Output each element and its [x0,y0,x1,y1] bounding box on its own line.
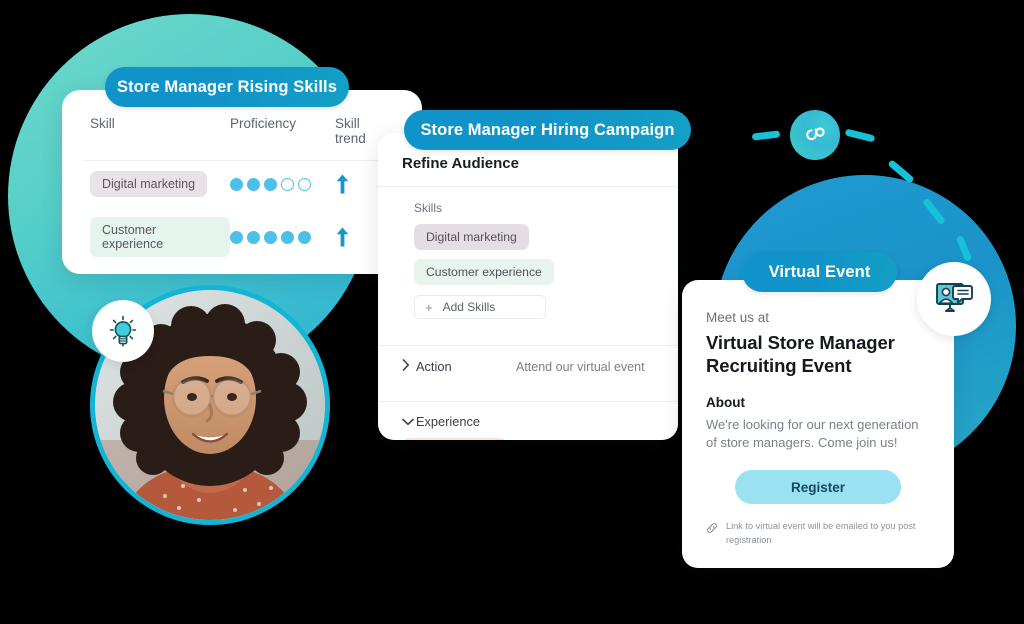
lightbulb-badge [92,300,154,362]
proficiency-cell [230,230,335,244]
skill-chip: Digital marketing [90,171,208,197]
proficiency-dot [264,230,277,244]
proficiency-dot [281,230,294,244]
rising-skills-pill: Store Manager Rising Skills [105,67,349,107]
job-title-chip[interactable]: Store Manager [402,438,507,440]
link-icon [706,522,718,538]
event-title: Virtual Store Manager Recruiting Event [706,332,895,376]
experience-chip-list: Store Manager Assistant Store Manager [402,438,654,440]
arrow-up-icon [336,227,349,247]
plus-icon: + [425,299,433,315]
virtual-event-card: Meet us at Virtual Store Manager Recruit… [682,280,954,568]
hiring-campaign-pill: Store Manager Hiring Campaign [404,110,691,150]
about-body: We're looking for our next generation of… [706,416,919,450]
hiring-campaign-card: Refine Audience Skills Digital marketing… [378,133,678,440]
meet-us-label: Meet us at [706,310,770,325]
chevron-down-icon[interactable] [402,415,416,429]
skills-chip-list: Digital marketing Customer experience [414,224,654,285]
action-label: Action [416,359,452,374]
action-row[interactable]: Action Attend our virtual event [378,346,678,387]
arrow-up-icon [336,174,349,194]
video-conference-icon [936,283,973,312]
virtual-event-pill: Virtual Event [742,252,897,292]
proficiency-dot [264,177,277,191]
skills-section-label: Skills [414,201,443,215]
infinity-loop-badge [790,110,840,160]
lightbulb-icon [109,315,137,347]
add-skills-button[interactable]: + Add Skills [414,295,546,319]
skill-cell: Customer experience [90,217,230,257]
proficiency-cell [230,177,335,191]
proficiency-dot [247,177,260,191]
table-row: Customer experience [62,207,422,267]
action-value: Attend our virtual event [516,359,645,374]
proficiency-dot [281,177,294,191]
illustration-stage: Skill Proficiency Skill trend Digital ma… [0,0,1024,624]
proficiency-dot [298,230,311,244]
proficiency-dot [247,230,260,244]
proficiency-dot [230,230,243,244]
proficiency-dot [230,177,243,191]
proficiency-dot [298,177,311,191]
skills-section: Skills Digital marketing Customer experi… [378,187,678,331]
chevron-right-icon[interactable] [402,359,416,374]
fine-print: Link to virtual event will be emailed to… [706,520,930,547]
register-button[interactable]: Register [735,470,901,505]
skill-chip: Customer experience [90,217,230,257]
experience-label: Experience [416,414,481,429]
skill-chip[interactable]: Digital marketing [414,224,529,250]
about-heading: About [706,394,745,410]
fine-print-text: Link to virtual event will be emailed to… [726,521,916,545]
infinity-loop-icon [806,127,825,141]
experience-section-header[interactable]: Experience [378,402,678,429]
column-header-proficiency: Proficiency [230,116,297,131]
skill-chip[interactable]: Customer experience [414,259,554,285]
decor-dash [751,130,781,141]
add-skills-label: Add Skills [442,300,496,314]
column-header-skill: Skill [90,116,115,131]
table-row: Digital marketing [62,161,422,207]
rising-skills-card: Skill Proficiency Skill trend Digital ma… [62,90,422,274]
experience-section: Store Manager Assistant Store Manager + … [378,429,678,440]
video-conference-badge [917,262,991,336]
decor-dash [844,128,876,143]
skill-cell: Digital marketing [90,171,230,197]
